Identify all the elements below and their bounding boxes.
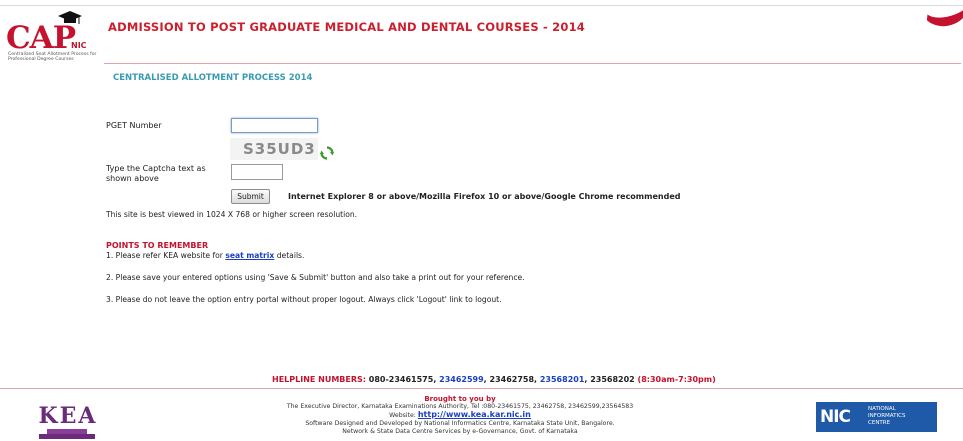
- submit-button[interactable]: Submit: [231, 189, 270, 204]
- corner-swoosh-graphic: [917, 0, 963, 31]
- page-title: ADMISSION TO POST GRADUATE MEDICAL AND D…: [108, 20, 585, 34]
- captcha-label: Type the Captcha text as shown above: [106, 164, 206, 183]
- kea-logo-text: KEA: [39, 403, 98, 429]
- point-1-suffix: details.: [274, 251, 305, 260]
- nic-line-2: INFORMATICS: [868, 413, 906, 419]
- footer-credits: Brought to you by The Executive Director…: [230, 395, 690, 436]
- logo-sub: NIC: [71, 41, 87, 50]
- resolution-note: This site is best viewed in 1024 X 768 o…: [106, 210, 358, 219]
- top-divider: [0, 5, 963, 6]
- point-1: 1. Please refer KEA website for seat mat…: [106, 251, 304, 260]
- helpline-number-5: , 23568202: [584, 375, 638, 384]
- point-3: 3. Please do not leave the option entry …: [106, 295, 502, 304]
- point-1-text: 1. Please refer KEA website for: [106, 251, 226, 260]
- helpline-number-3: , 23462758,: [483, 375, 540, 384]
- helpline-number-2: 23462599: [439, 375, 484, 384]
- logo-tagline: Centralized Seat Allotment Process for P…: [8, 52, 97, 62]
- points-heading: POINTS TO REMEMBER: [106, 241, 209, 250]
- pget-number-input[interactable]: [231, 118, 318, 133]
- captcha-image: S35UD3: [230, 138, 318, 160]
- helpline-numbers: HELPLINE NUMBERS: 080-23461575, 23462599…: [272, 375, 716, 384]
- refresh-captcha-icon[interactable]: [320, 146, 334, 160]
- captcha-input[interactable]: [231, 164, 283, 180]
- nic-line-3: CENTRE: [868, 420, 891, 426]
- section-subtitle: CENTRALISED ALLOTMENT PROCESS 2014: [113, 73, 313, 83]
- helpline-number-4: 23568201: [539, 375, 585, 384]
- nic-logo-mark: NIC: [820, 407, 851, 427]
- nic-logo-text: NATIONAL INFORMATICS CENTRE: [868, 406, 905, 427]
- helpline-label: HELPLINE NUMBERS:: [272, 375, 369, 384]
- helpline-hours: (8:30am-7:30pm): [637, 375, 716, 384]
- nic-logo: NIC NATIONAL INFORMATICS CENTRE: [816, 402, 937, 432]
- seat-matrix-link[interactable]: seat matrix: [225, 251, 274, 260]
- footer-line-egov: Network & State Data Centre Services by …: [342, 428, 578, 435]
- footer-divider: [0, 388, 963, 389]
- footer-website-row: Website: http://www.kea.kar.nic.in: [230, 411, 690, 420]
- kea-logo: KEA: [39, 403, 98, 439]
- helpline-number-1: 080-23461575,: [368, 375, 440, 384]
- header-divider: [104, 63, 961, 64]
- cap-logo: CAP NIC Centralized Seat Allotment Proce…: [6, 8, 106, 64]
- website-label: Website:: [389, 412, 418, 419]
- pget-label: PGET Number: [106, 121, 162, 130]
- point-2: 2. Please save your entered options usin…: [106, 273, 525, 282]
- nic-line-1: NATIONAL: [868, 406, 896, 412]
- footer-line-nic: Software Designed and Developed by Natio…: [305, 420, 615, 427]
- logo-text: CAP: [6, 20, 76, 56]
- brought-to-you-by: Brought to you by: [424, 395, 496, 403]
- browser-recommendation: Internet Explorer 8 or above/Mozilla Fir…: [288, 192, 681, 201]
- kea-website-link[interactable]: http://www.kea.kar.nic.in: [418, 410, 531, 419]
- captcha-text: S35UD3: [243, 140, 316, 158]
